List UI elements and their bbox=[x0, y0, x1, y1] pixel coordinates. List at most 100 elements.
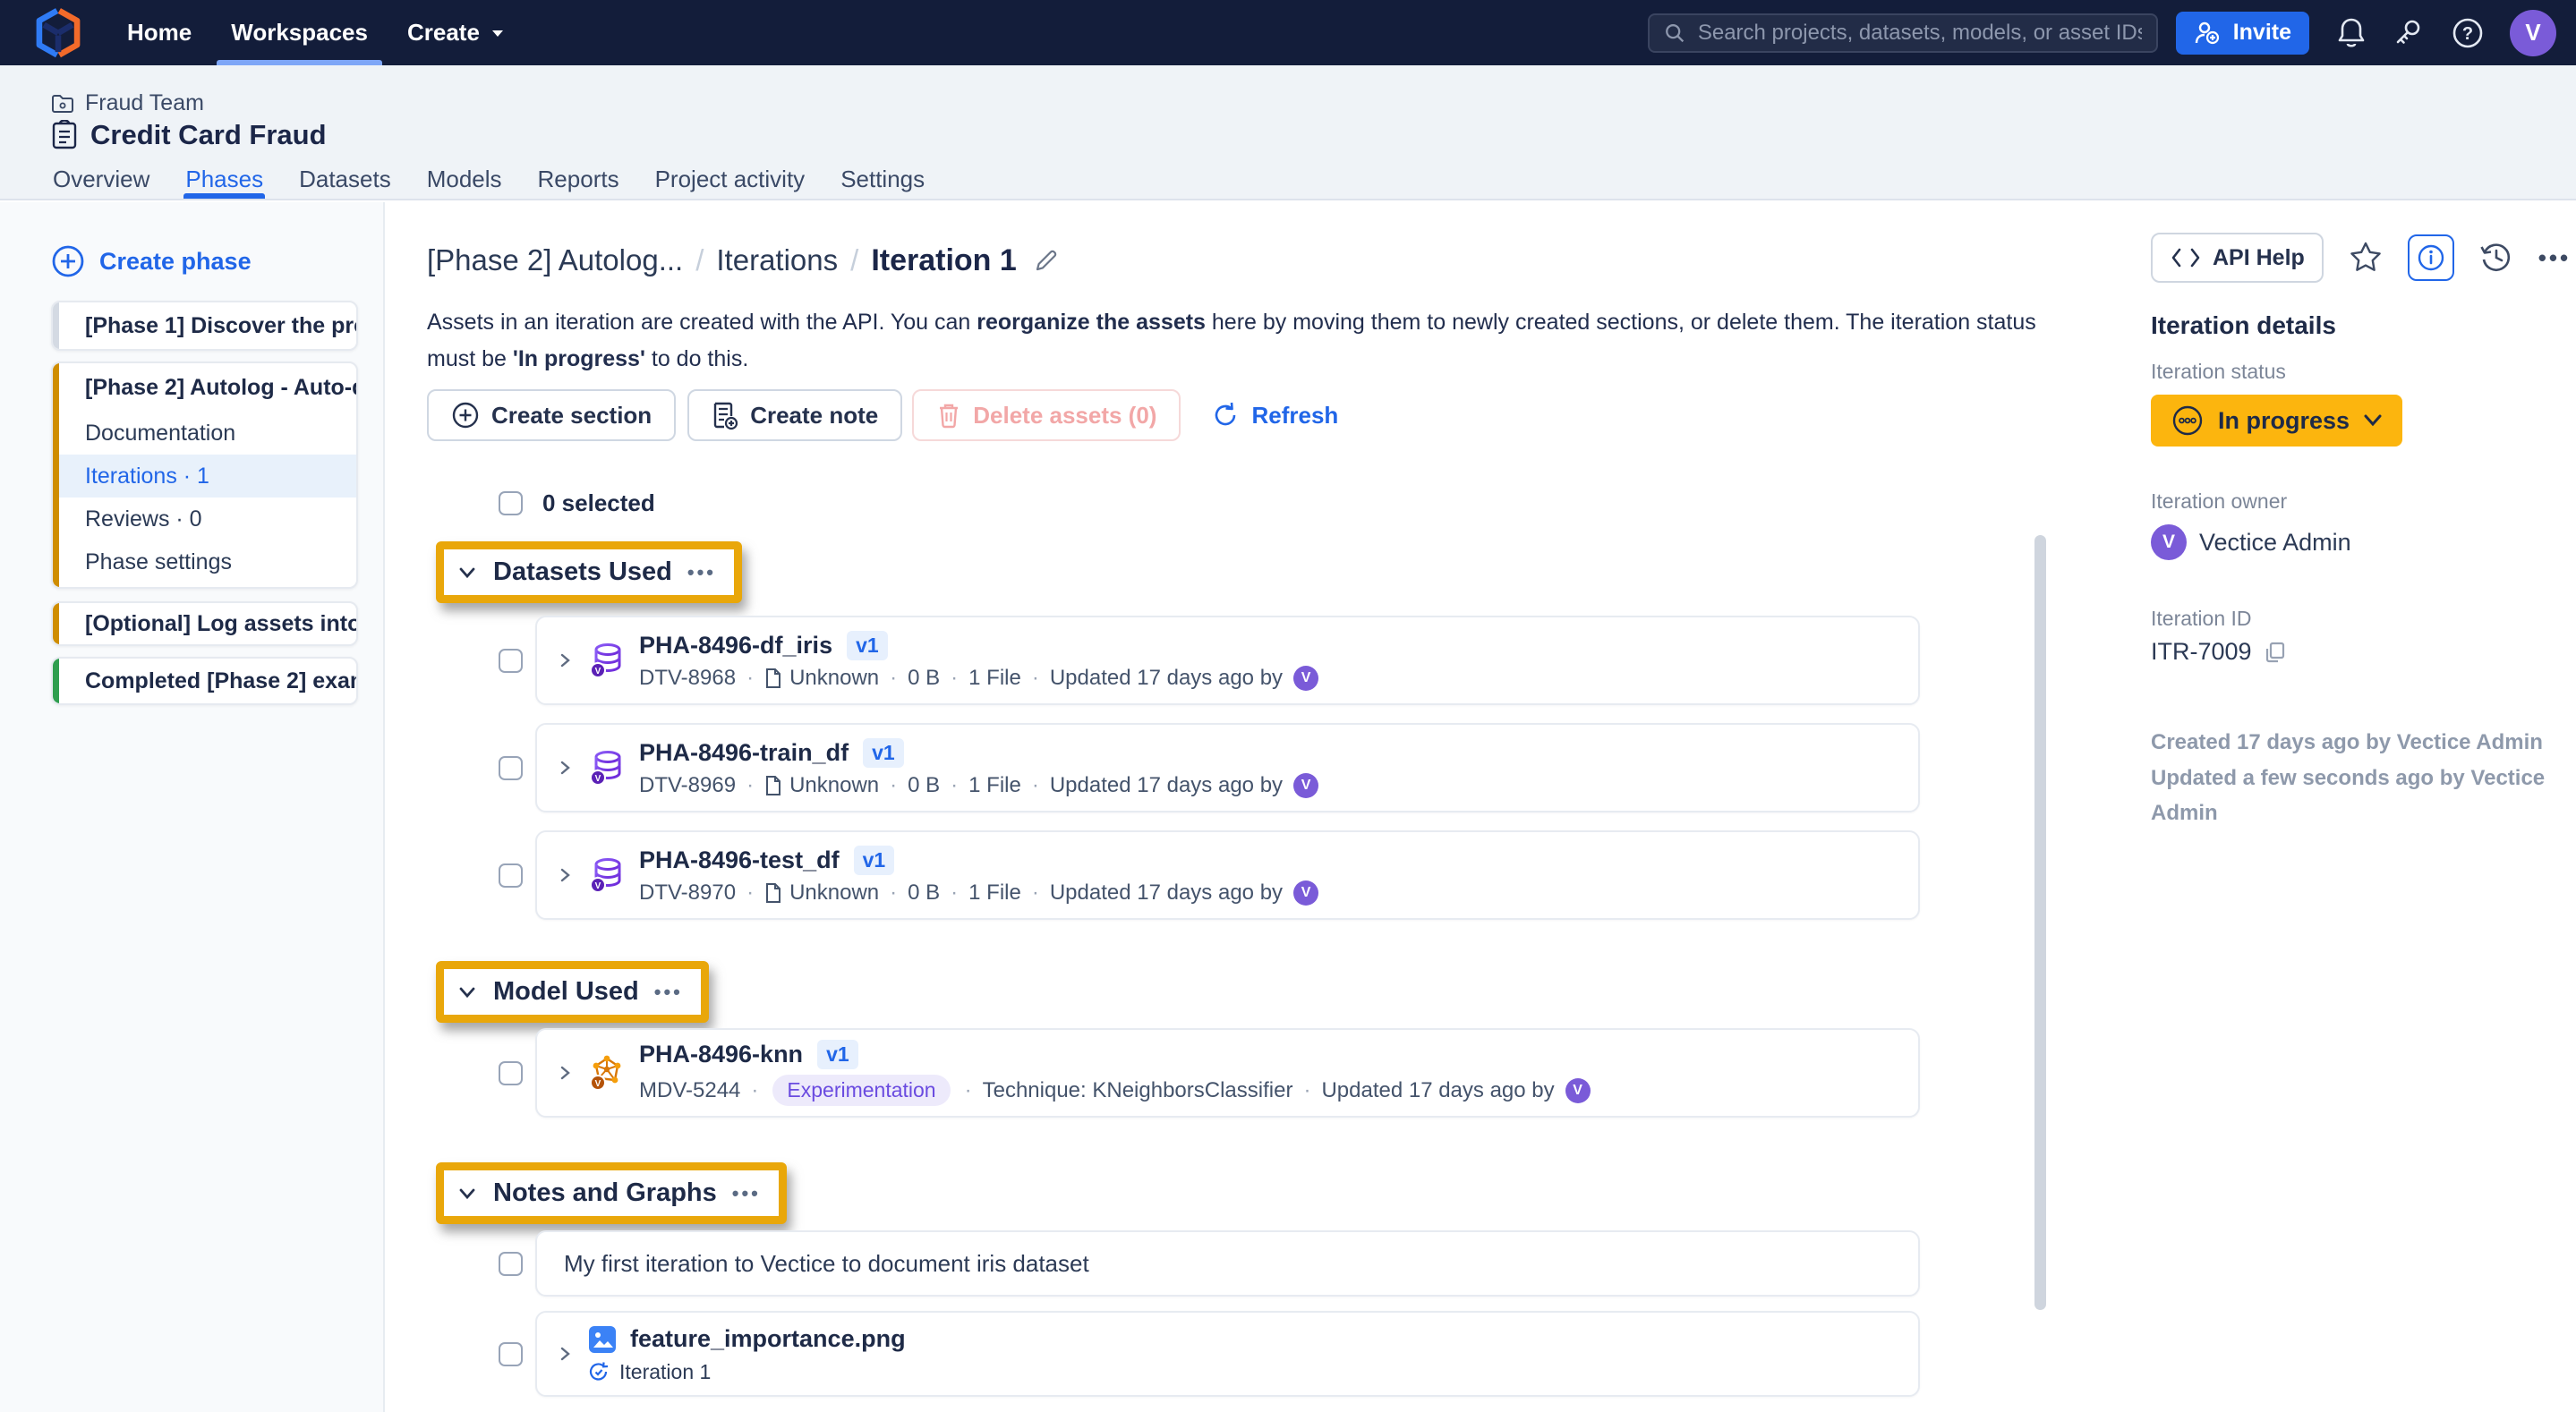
user-avatar[interactable]: V bbox=[2510, 10, 2556, 56]
breadcrumb-phase[interactable]: [Phase 2] Autolog... bbox=[427, 243, 683, 277]
tab-settings[interactable]: Settings bbox=[839, 159, 926, 199]
dataset-card[interactable]: V PHA-8496-test_df v1 DTV-8970 · Unknown bbox=[535, 830, 1920, 920]
asset-title[interactable]: PHA-8496-knn bbox=[639, 1041, 803, 1068]
version-badge[interactable]: v1 bbox=[847, 631, 888, 660]
phase-label: [Phase 2] Autolog - Auto-do... bbox=[85, 375, 358, 401]
edit-pencil-icon[interactable] bbox=[1033, 247, 1060, 274]
chevron-right-icon[interactable] bbox=[557, 1344, 573, 1364]
row-checkbox[interactable] bbox=[499, 649, 523, 673]
dataset-card[interactable]: V PHA-8496-train_df v1 DTV-8969 · Unknow… bbox=[535, 723, 1920, 812]
row-checkbox[interactable] bbox=[499, 1252, 523, 1276]
sidebar-item-documentation[interactable]: Documentation bbox=[53, 412, 356, 455]
project-tabs: Overview Phases Datasets Models Reports … bbox=[51, 159, 926, 199]
select-all-checkbox[interactable] bbox=[499, 491, 523, 515]
version-badge[interactable]: v1 bbox=[863, 738, 904, 768]
api-key-icon[interactable] bbox=[2393, 18, 2424, 48]
row-checkbox[interactable] bbox=[499, 863, 523, 888]
row-checkbox[interactable] bbox=[499, 756, 523, 780]
phases-sidebar: Create phase [Phase 1] Discover the proj… bbox=[0, 202, 385, 1412]
tab-phases[interactable]: Phases bbox=[183, 159, 265, 199]
svg-text:V: V bbox=[595, 774, 601, 784]
tab-reports[interactable]: Reports bbox=[536, 159, 621, 199]
graph-subline: Iteration 1 bbox=[587, 1360, 906, 1384]
notes-rows: My first iteration to Vectice to documen… bbox=[499, 1230, 1920, 1397]
chevron-right-icon[interactable] bbox=[557, 651, 573, 670]
nav-item-home[interactable]: Home bbox=[107, 0, 211, 65]
phase-card-4[interactable]: Completed [Phase 2] example bbox=[51, 657, 358, 705]
create-phase-button[interactable]: Create phase bbox=[51, 243, 383, 279]
dataset-card[interactable]: V PHA-8496-df_iris v1 DTV-8968 · Unknown bbox=[535, 616, 1920, 705]
dot-separator: · bbox=[1032, 773, 1039, 798]
asset-size: 0 B bbox=[908, 880, 940, 906]
phase-card-1[interactable]: [Phase 1] Discover the proje... bbox=[51, 301, 358, 351]
section-menu-icon[interactable]: ••• bbox=[654, 981, 683, 1004]
section-menu-icon[interactable]: ••• bbox=[687, 561, 716, 584]
row-checkbox[interactable] bbox=[499, 1061, 523, 1085]
api-help-button[interactable]: API Help bbox=[2151, 233, 2324, 283]
asset-title[interactable]: PHA-8496-train_df bbox=[639, 739, 849, 767]
selected-count: 0 selected bbox=[542, 489, 655, 517]
row-checkbox[interactable] bbox=[499, 1342, 523, 1366]
vectice-logo-icon[interactable] bbox=[30, 7, 86, 59]
chevron-right-icon[interactable] bbox=[557, 1063, 573, 1083]
chevron-down-icon[interactable] bbox=[456, 562, 478, 583]
chevron-right-icon[interactable] bbox=[557, 865, 573, 885]
create-note-button[interactable]: Create note bbox=[687, 389, 902, 441]
iteration-toolbar: Create section Create note Delete assets… bbox=[427, 389, 2108, 441]
asset-meta: DTV-8968 · Unknown · 0 B · 1 File · Upda… bbox=[639, 666, 1318, 691]
note-card[interactable]: My first iteration to Vectice to documen… bbox=[535, 1230, 1920, 1297]
tab-models[interactable]: Models bbox=[425, 159, 504, 199]
datasets-section-header: Datasets Used ••• bbox=[444, 549, 734, 595]
section-menu-icon[interactable]: ••• bbox=[732, 1182, 761, 1205]
invite-button[interactable]: Invite bbox=[2176, 12, 2309, 55]
asset-title[interactable]: PHA-8496-test_df bbox=[639, 846, 840, 874]
phase-card-3[interactable]: [Optional] Log assets into v... bbox=[51, 601, 358, 646]
workspace-breadcrumb[interactable]: Fraud Team bbox=[51, 90, 204, 116]
global-search[interactable] bbox=[1648, 13, 2158, 53]
version-badge[interactable]: v1 bbox=[854, 846, 895, 875]
chevron-down-icon[interactable] bbox=[456, 982, 478, 1003]
status-dropdown[interactable]: In progress bbox=[2151, 395, 2402, 447]
phase-card-2-header[interactable]: [Phase 2] Autolog - Auto-do... bbox=[53, 363, 356, 412]
sidebar-item-reviews[interactable]: Reviews · 0 bbox=[53, 498, 356, 540]
phase-status-bar bbox=[53, 603, 59, 644]
dataset-icon: V bbox=[587, 748, 627, 787]
breadcrumb-iterations[interactable]: Iterations bbox=[716, 243, 838, 277]
chevron-down-icon[interactable] bbox=[456, 1183, 478, 1204]
nav-item-create[interactable]: Create bbox=[388, 0, 525, 65]
copy-icon[interactable] bbox=[2263, 640, 2288, 665]
nav-links: Home Workspaces Create bbox=[107, 0, 525, 65]
refresh-icon bbox=[1211, 401, 1240, 430]
tab-project-activity[interactable]: Project activity bbox=[653, 159, 807, 199]
star-icon[interactable] bbox=[2348, 241, 2384, 275]
refresh-button[interactable]: Refresh bbox=[1211, 401, 1338, 430]
asset-meta: DTV-8969 · Unknown · 0 B · 1 File · Upda… bbox=[639, 773, 1318, 798]
tab-overview[interactable]: Overview bbox=[51, 159, 151, 199]
trash-icon bbox=[936, 401, 961, 430]
more-options-icon[interactable]: ••• bbox=[2538, 244, 2571, 272]
avatar: V bbox=[1293, 773, 1318, 798]
description-bold: reorganize the assets bbox=[977, 310, 1206, 335]
delete-assets-button[interactable]: Delete assets (0) bbox=[912, 389, 1181, 441]
chevron-right-icon[interactable] bbox=[557, 758, 573, 778]
dataset-row: V PHA-8496-df_iris v1 DTV-8968 · Unknown bbox=[499, 616, 1920, 705]
create-section-button[interactable]: Create section bbox=[427, 389, 676, 441]
notes-section-header: Notes and Graphs ••• bbox=[444, 1170, 779, 1216]
vertical-scrollbar[interactable] bbox=[2034, 535, 2046, 1310]
asset-title[interactable]: feature_importance.png bbox=[630, 1325, 906, 1353]
sidebar-item-iterations[interactable]: Iterations · 1 bbox=[53, 455, 356, 498]
graph-card[interactable]: feature_importance.png Iteration 1 bbox=[535, 1311, 1920, 1397]
asset-id: DTV-8969 bbox=[639, 773, 736, 798]
nav-item-workspaces[interactable]: Workspaces bbox=[211, 0, 388, 65]
tab-datasets[interactable]: Datasets bbox=[297, 159, 393, 199]
version-badge[interactable]: v1 bbox=[817, 1040, 858, 1069]
history-icon[interactable] bbox=[2478, 240, 2514, 276]
info-icon[interactable] bbox=[2408, 234, 2454, 281]
notifications-bell-icon[interactable] bbox=[2336, 16, 2367, 50]
dot-separator: · bbox=[965, 1078, 972, 1103]
sidebar-item-phase-settings[interactable]: Phase settings bbox=[53, 540, 356, 583]
search-input[interactable] bbox=[1698, 21, 2142, 46]
model-card[interactable]: V PHA-8496-knn v1 MDV-5244 · Experimenta… bbox=[535, 1028, 1920, 1118]
help-icon[interactable]: ? bbox=[2451, 16, 2485, 50]
asset-title[interactable]: PHA-8496-df_iris bbox=[639, 632, 832, 659]
